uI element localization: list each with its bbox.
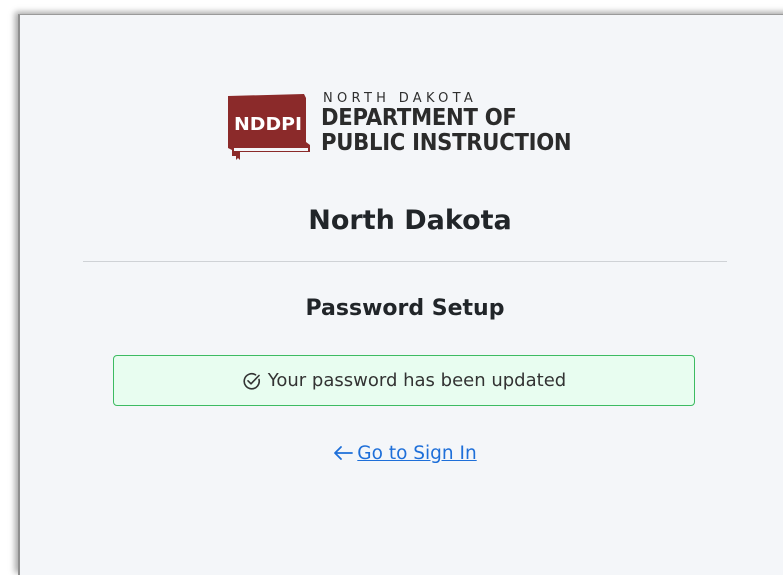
password-setup-card: NDDPI NORTH DAKOTA DEPARTMENT OF PUBLIC … — [18, 14, 783, 575]
arrow-left-icon — [334, 446, 354, 460]
go-to-sign-in-link[interactable]: Go to Sign In — [20, 443, 783, 464]
alert-message: Your password has been updated — [267, 370, 567, 391]
page-subtitle: Password Setup — [305, 296, 505, 321]
divider — [83, 261, 727, 262]
svg-text:NDDPI: NDDPI — [234, 114, 302, 135]
nddpi-book-logo-icon: NDDPI — [228, 94, 310, 160]
logo-line-north-dakota: NORTH DAKOTA — [323, 91, 478, 106]
org-title: North Dakota — [308, 205, 512, 236]
sign-in-link-label: Go to Sign In — [357, 443, 477, 464]
logo-line-public-instruction: PUBLIC INSTRUCTION — [321, 130, 572, 156]
check-circle-icon — [243, 372, 260, 390]
logo-line-department: DEPARTMENT OF — [321, 105, 517, 131]
nddpi-logo: NDDPI NORTH DAKOTA DEPARTMENT OF PUBLIC … — [228, 90, 588, 165]
success-alert: Your password has been updated — [113, 355, 695, 406]
page-frame: NDDPI NORTH DAKOTA DEPARTMENT OF PUBLIC … — [0, 0, 783, 575]
